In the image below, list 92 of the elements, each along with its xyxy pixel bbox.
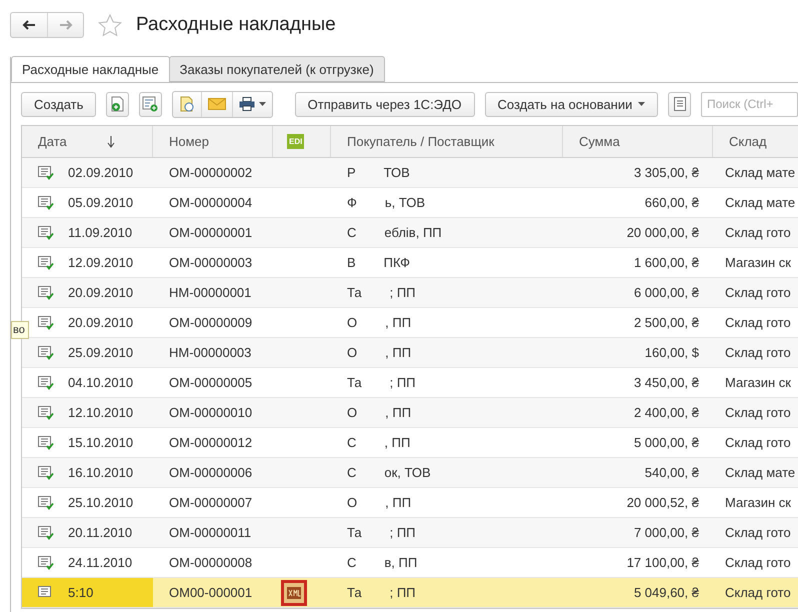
warehouse-cell: Склад гото [725, 525, 791, 540]
buyer-cell: Та [347, 525, 362, 540]
warehouse-cell: Склад гото [725, 435, 791, 450]
buyer-cell: Р [347, 165, 356, 180]
date-cell: 20.09.2010 [68, 285, 134, 300]
warehouse-cell: Склад гото [725, 315, 791, 330]
date-cell: 20.09.2010 [68, 315, 134, 330]
buyer-cell: С [347, 225, 356, 240]
date-cell: 11.09.2010 [68, 225, 132, 240]
warehouse-cell: Склад мате [725, 195, 796, 210]
warehouse-cell: Склад гото [725, 405, 791, 420]
number-cell: ОМ-00000007 [169, 495, 252, 510]
sum-cell: 7 000,00, ₴ [634, 525, 699, 540]
buyer-cell: , ПП [385, 495, 412, 510]
date-cell: 04.10.2010 [68, 375, 134, 390]
buyer-cell: , ПП [385, 405, 412, 420]
buyer-cell: ТОВ [384, 165, 410, 180]
date-cell: 25.09.2010 [68, 345, 134, 360]
date-cell: 15.10.2010 [68, 435, 134, 450]
buyer-cell: ; ПП [390, 375, 416, 390]
sum-cell: 3 450,00, ₴ [634, 375, 699, 390]
sum-cell: 3 305,00, ₴ [634, 165, 699, 180]
date-cell: 12.10.2010 [68, 405, 134, 420]
buyer-cell: С [347, 465, 356, 480]
number-cell: ОМ-00000009 [169, 315, 252, 330]
buyer-cell: ; ПП [390, 585, 416, 600]
date-cell: 02.09.2010 [68, 165, 134, 180]
warehouse-cell: Склад мате [725, 465, 796, 480]
sum-cell: 660,00, ₴ [644, 195, 699, 210]
buyer-cell: ь, ТОВ [384, 195, 426, 210]
sum-cell: 160,00, $ [644, 345, 699, 360]
number-cell: ОМ-00000011 [169, 525, 252, 540]
buyer-cell: О [347, 345, 358, 360]
buyer-cell: С [347, 555, 356, 570]
sum-cell: 2 500,00, ₴ [634, 315, 699, 330]
number-cell: НМ-00000001 [169, 285, 252, 300]
buyer-cell: еблів, ПП [384, 225, 442, 240]
buyer-cell: Та [347, 375, 362, 390]
buyer-cell: О [347, 315, 358, 330]
buyer-cell: Та [347, 285, 362, 300]
buyer-cell: в, ПП [384, 555, 418, 570]
number-cell: ОМ-00000001 [169, 225, 252, 240]
date-cell: 12.09.2010 [68, 255, 134, 270]
sum-cell: 5 000,00, ₴ [634, 435, 699, 450]
warehouse-cell: Магазин ск [725, 255, 791, 270]
warehouse-cell: Магазин ск [725, 495, 791, 510]
buyer-cell: Та [347, 585, 362, 600]
number-cell: ОМ00-000001 [169, 585, 252, 600]
sum-cell: 20 000,52, ₴ [626, 495, 699, 510]
warehouse-cell: Склад гото [725, 285, 791, 300]
warehouse-cell: Склад гото [725, 555, 791, 570]
buyer-cell: , ПП [384, 435, 410, 450]
number-cell: ОМ-00000004 [169, 195, 252, 210]
number-cell: НМ-00000003 [169, 345, 252, 360]
sum-cell: 5 049,60, ₴ [634, 585, 699, 600]
number-cell: ОМ-00000008 [169, 555, 252, 570]
number-cell: ОМ-00000010 [169, 405, 252, 420]
number-cell: ОМ-00000003 [169, 255, 252, 270]
warehouse-cell: Склад гото [725, 345, 791, 360]
buyer-cell: С [347, 435, 356, 450]
buyer-cell: , ПП [385, 345, 412, 360]
buyer-cell: ок, ТОВ [384, 465, 431, 480]
page-title: Расходные накладные [136, 14, 336, 36]
sum-cell: 2 400,00, ₴ [634, 405, 699, 420]
buyer-cell: О [347, 405, 358, 420]
date-cell: 24.11.2010 [68, 555, 132, 570]
warehouse-cell: Склад гото [725, 225, 791, 240]
number-cell: ОМ-00000002 [169, 165, 252, 180]
tooltip: во [11, 321, 29, 339]
sum-cell: 17 100,00, ₴ [626, 555, 699, 570]
number-cell: ОМ-00000005 [169, 375, 252, 390]
sum-cell: 1 600,00, ₴ [634, 255, 699, 270]
warehouse-cell: Магазин ск [725, 375, 791, 390]
number-cell: ОМ-00000006 [169, 465, 252, 480]
sum-cell: 6 000,00, ₴ [634, 285, 699, 300]
sum-cell: 540,00, ₴ [644, 465, 699, 480]
warehouse-cell: Склад мате [725, 165, 796, 180]
date-cell: 05.09.2010 [68, 195, 134, 210]
buyer-cell: , ПП [385, 315, 412, 330]
buyer-cell: ПКФ [384, 255, 410, 270]
date-cell: 20.11.2010 [68, 525, 132, 540]
sum-cell: 20 000,00, ₴ [626, 225, 699, 240]
date-cell: 16.10.2010 [68, 465, 134, 480]
buyer-cell: ; ПП [390, 525, 416, 540]
date-cell: 25.10.2010 [68, 495, 134, 510]
number-cell: ОМ-00000012 [169, 435, 252, 450]
warehouse-cell: Склад гото [725, 585, 791, 600]
buyer-cell: В [347, 255, 356, 270]
date-cell: 5:10 [68, 585, 94, 600]
buyer-cell: Ф [347, 195, 357, 210]
buyer-cell: О [347, 495, 358, 510]
buyer-cell: ; ПП [390, 285, 416, 300]
